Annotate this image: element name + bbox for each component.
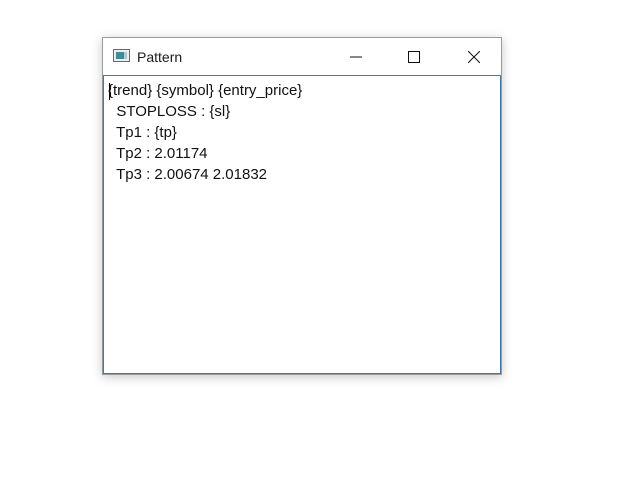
editor-content[interactable]: {trend} {symbol} {entry_price} STOPLOSS …	[108, 80, 496, 369]
maximize-button[interactable]	[391, 38, 437, 75]
editor-line: STOPLOSS : {sl}	[108, 103, 231, 120]
close-icon	[468, 50, 480, 63]
close-button[interactable]	[451, 38, 497, 75]
editor-line: Tp2 : 2.01174	[108, 145, 208, 162]
minimize-button[interactable]	[333, 38, 379, 75]
minimize-icon	[350, 56, 362, 57]
maximize-icon	[408, 50, 420, 63]
text-editor[interactable]: {trend} {symbol} {entry_price} STOPLOSS …	[103, 75, 501, 374]
editor-line: Tp1 : {tp}	[108, 124, 177, 141]
pattern-window: Pattern {trend} {symbol} {entry_price} S…	[102, 37, 502, 375]
title-bar[interactable]: Pattern	[103, 38, 501, 75]
app-window-icon	[113, 49, 130, 62]
editor-line: {trend} {symbol} {entry_price}	[108, 82, 303, 99]
editor-line: Tp3 : 2.00674 2.01832	[108, 166, 268, 183]
window-title: Pattern	[137, 49, 183, 65]
